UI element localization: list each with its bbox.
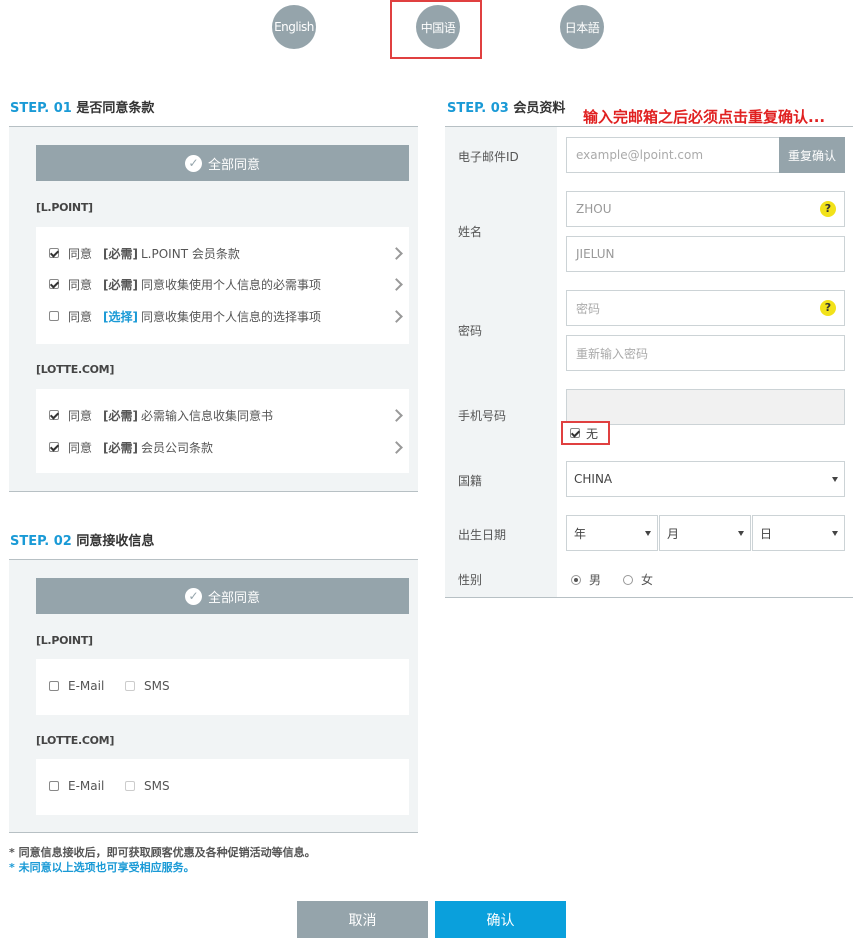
lotte-sms-option[interactable]: SMS [125,779,170,793]
term-lotte-required-info[interactable]: 同意 [必需] 必需输入信息收集同意书 [49,408,273,423]
annotation-text: 输入完邮箱之后必须点击重复确认... [583,108,826,126]
birth-day-select[interactable]: 日 [752,515,845,551]
help-icon[interactable]: ? [820,201,836,217]
birthdate-label: 出生日期 [458,528,507,542]
chevron-right-icon[interactable] [390,310,403,323]
gender-female-radio[interactable]: 女 [623,571,653,588]
lpoint-email-option[interactable]: E-Mail [49,679,104,693]
phone-label: 手机号码 [458,409,507,423]
member-info-panel: 电子邮件ID 姓名 密码 手机号码 国籍 出生日期 性别 example@lpo… [445,126,853,598]
chevron-right-icon[interactable] [390,441,403,454]
chevron-right-icon[interactable] [390,247,403,260]
receive-box-lotte: E-Mail SMS [36,759,409,815]
checkbox[interactable] [49,311,59,321]
checkbox[interactable] [49,410,59,420]
receive-note-benefits: * 同意信息接收后，即可获取顾客优惠及各种促销活动等信息。 [9,846,316,859]
chevron-right-icon[interactable] [390,278,403,291]
receive-box-lpoint: E-Mail SMS [36,659,409,715]
receive-info-panel: ✓ 全部同意 [L.POINT] E-Mail SMS [LOTTE.COM] E… [9,559,418,833]
cancel-button[interactable]: 取消 [297,901,428,938]
chevron-right-icon[interactable] [390,409,403,422]
dropdown-arrow-icon [832,531,838,536]
last-name-input[interactable]: ZHOU? [566,191,845,227]
agree-all-receive-button[interactable]: ✓ 全部同意 [36,578,409,614]
term-lpoint-optional-info[interactable]: 同意 [选择] 同意收集使用个人信息的选择事项 [49,309,321,324]
step2-title: STEP. 02 同意接收信息 [10,534,155,549]
step3-title: STEP. 03 会员资料 [447,101,566,116]
receive-group-lotte: [LOTTE.COM] [36,734,115,747]
agree-all-terms-button[interactable]: ✓ 全部同意 [36,145,409,181]
dropdown-arrow-icon [645,531,651,536]
lpoint-sms-option[interactable]: SMS [125,679,170,693]
birth-month-select[interactable]: 月 [659,515,751,551]
term-lotte-company[interactable]: 同意 [必需] 会员公司条款 [49,440,213,455]
step1-title: STEP. 01 是否同意条款 [10,101,155,116]
email-label: 电子邮件ID [458,150,519,164]
email-confirm-button[interactable]: 重复确认 [779,137,845,173]
term-lpoint-membership[interactable]: 同意 [必需] L.POINT 会员条款 [49,246,240,261]
terms-box-lotte: 同意 [必需] 必需输入信息收集同意书 同意 [必需] 会员公司条款 [36,389,409,473]
lang-english-button[interactable]: English [272,5,316,49]
checkbox[interactable] [49,681,59,691]
gender-male-radio[interactable]: 男 [571,571,601,588]
email-input[interactable]: example@lpoint.com [566,137,780,173]
dropdown-arrow-icon [738,531,744,536]
nationality-select[interactable]: CHINA [566,461,845,497]
name-label: 姓名 [458,225,483,239]
checkbox[interactable] [125,781,135,791]
password-label: 密码 [458,324,483,338]
lotte-email-option[interactable]: E-Mail [49,779,104,793]
receive-note-service: * 未同意以上选项也可享受相应服务。 [9,861,195,874]
terms-group-lotte: [LOTTE.COM] [36,363,115,376]
check-circle-icon: ✓ [184,587,202,605]
radio-button[interactable] [571,574,581,585]
term-lpoint-required-info[interactable]: 同意 [必需] 同意收集使用个人信息的必需事项 [49,277,321,292]
checkbox[interactable] [49,781,59,791]
first-name-input[interactable]: JIELUN [566,236,845,272]
terms-group-lpoint: [L.POINT] [36,201,93,214]
language-highlight-box [390,0,482,59]
terms-panel: ✓ 全部同意 [L.POINT] 同意 [必需] L.POINT 会员条款 同意 [必需… [9,126,418,492]
receive-group-lpoint: [L.POINT] [36,634,93,647]
phone-input[interactable] [566,389,845,425]
password-confirm-input[interactable]: 重新输入密码 [566,335,845,371]
dropdown-arrow-icon [832,477,838,482]
help-icon[interactable]: ? [820,300,836,316]
phone-none-option[interactable]: 无 [561,421,610,445]
terms-box-lpoint: 同意 [必需] L.POINT 会员条款 同意 [必需] 同意收集使用个人信息的必需事项… [36,227,409,344]
confirm-button[interactable]: 确认 [435,901,566,938]
checkbox[interactable] [49,442,59,452]
lang-japanese-button[interactable]: 日本語 [560,5,604,49]
checkbox[interactable] [49,279,59,289]
radio-button[interactable] [623,574,633,585]
checkbox[interactable] [125,681,135,691]
check-circle-icon: ✓ [184,154,202,172]
birth-year-select[interactable]: 年 [566,515,658,551]
checkbox[interactable] [570,428,580,438]
gender-label: 性别 [458,573,483,587]
checkbox[interactable] [49,248,59,258]
nationality-label: 国籍 [458,474,483,488]
password-input[interactable]: 密码? [566,290,845,326]
